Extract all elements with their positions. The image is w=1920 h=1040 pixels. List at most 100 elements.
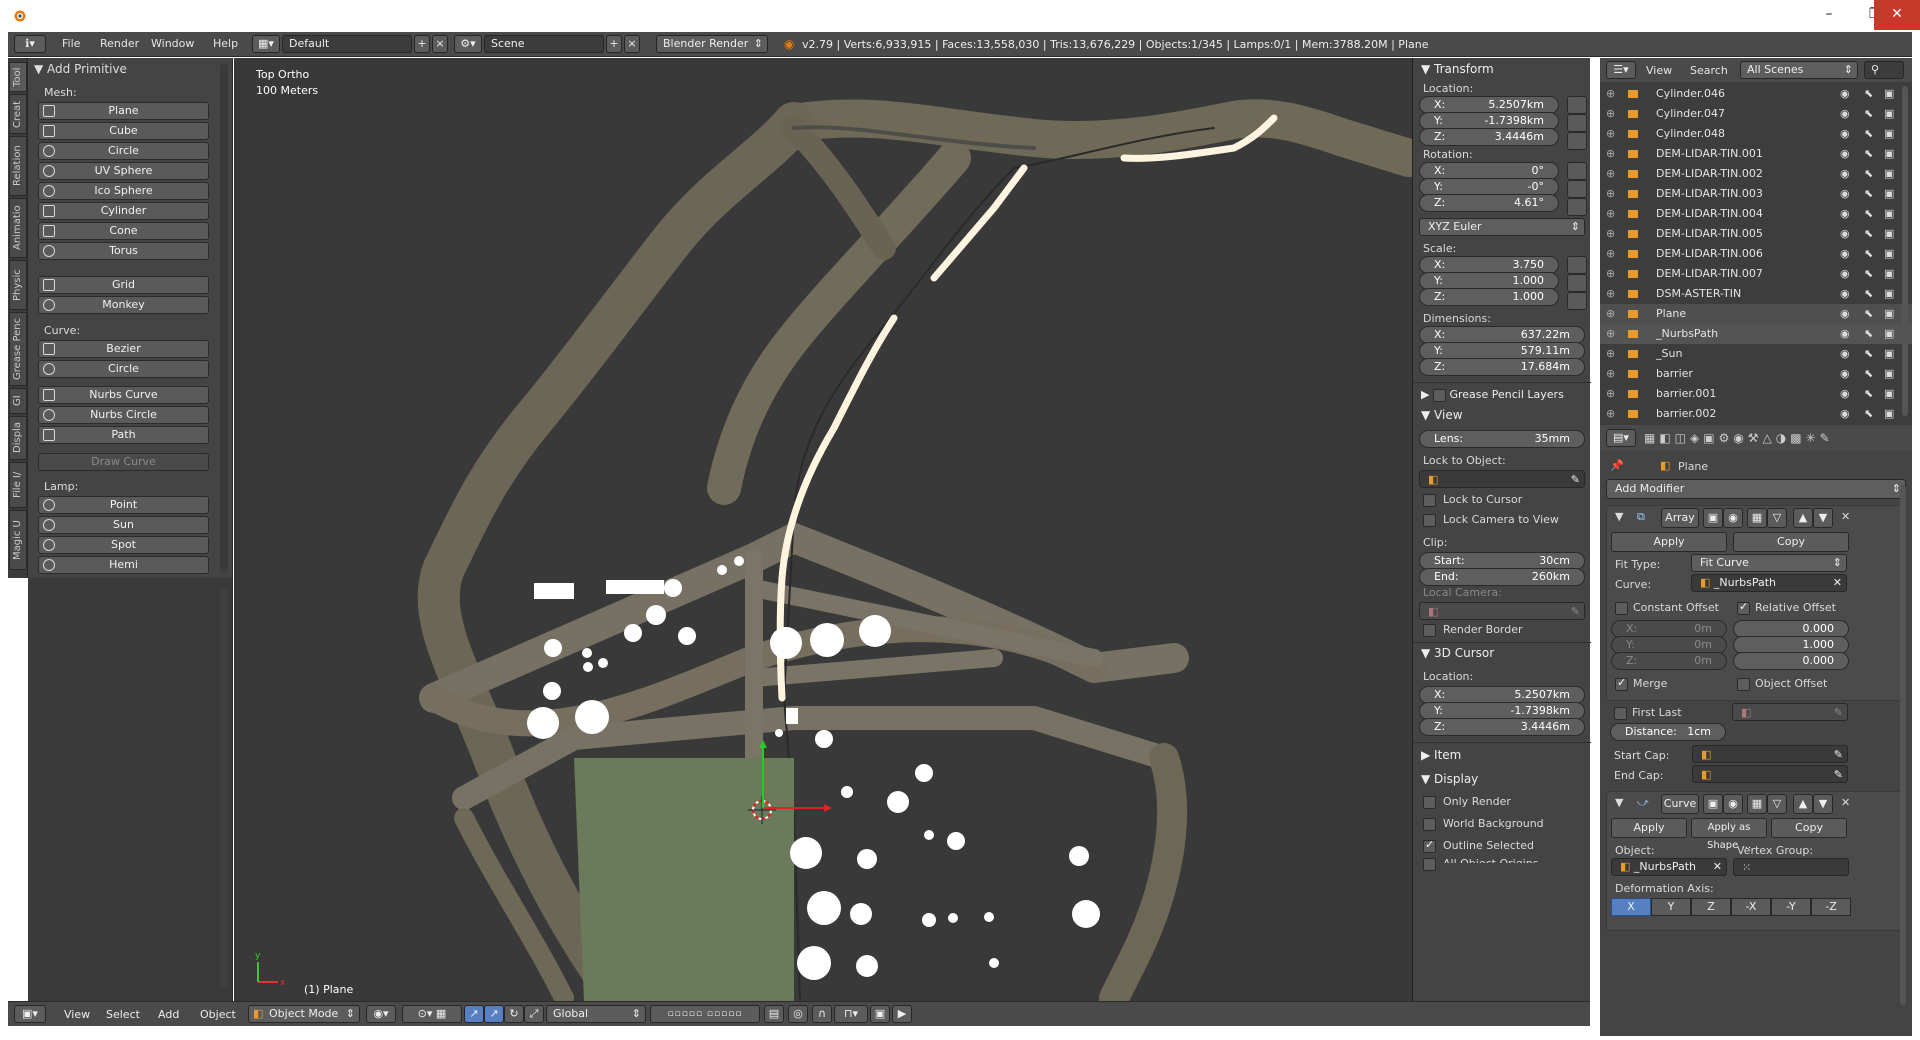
render-camera-icon[interactable]: ▣ [1884,404,1894,424]
expand-icon[interactable]: ⊕ [1606,284,1615,304]
visibility-eye-icon[interactable]: ◉ [1840,124,1850,144]
move-up-icon[interactable]: ▲ [1793,794,1813,814]
lock-icon[interactable] [1567,114,1587,132]
outliner-row[interactable]: ⊕ _Sun ◉ ⬉ ▣ [1600,344,1912,364]
add-path-button[interactable]: Path [38,426,209,444]
editor-type-icon[interactable]: ℹ▾ [14,35,46,53]
collapse-icon[interactable]: ▼ [1615,796,1623,809]
outliner-filter-select[interactable]: All Scenes ⇕ [1740,61,1858,79]
lock-icon[interactable] [1567,132,1587,150]
curve-object-field[interactable]: ◧ _NurbsPath ✕ [1691,574,1847,592]
3d-viewport[interactable]: x y Top Ortho 100 Meters (1) Plane [234,58,1412,1001]
item-header[interactable]: ▶ Item [1421,748,1461,762]
render-camera-icon[interactable]: ▣ [1884,364,1894,384]
add-torus-button[interactable]: Torus [38,242,209,260]
view-header[interactable]: ▼ View [1421,408,1463,422]
render-border-checkbox[interactable] [1423,624,1436,637]
remove-layout-icon[interactable]: × [432,35,448,53]
rotation-z-field[interactable]: Z: 4.61° [1419,194,1559,212]
menu-view[interactable]: View [64,1008,90,1021]
editmode-toggle-icon[interactable]: ▦ [1747,508,1767,528]
constant-z-field[interactable]: Z: 0m [1611,652,1727,670]
location-z-field[interactable]: Z: 3.4446m [1419,128,1559,146]
select-arrow-icon[interactable]: ⬉ [1864,384,1873,404]
render-camera-icon[interactable]: ▣ [1884,104,1894,124]
add-bezier-button[interactable]: Bezier [38,340,209,358]
only-render-checkbox[interactable] [1423,796,1436,809]
add-cone-button[interactable]: Cone [38,222,209,240]
lock-camera-checkbox[interactable] [1423,514,1436,527]
merge-distance-field[interactable]: Distance: 1cm [1610,723,1726,741]
outliner-row[interactable]: ⊕ DEM-LIDAR-TIN.003 ◉ ⬉ ▣ [1600,184,1912,204]
expand-icon[interactable]: ⊕ [1606,104,1615,124]
render-toggle-icon[interactable]: ▣ [1703,508,1723,528]
pivot-select-icon[interactable]: ⊙▾ ▦ [402,1005,462,1023]
lock-icon[interactable] [1567,274,1587,292]
move-up-icon[interactable]: ▲ [1793,508,1813,528]
minimize-icon[interactable]: – [1806,0,1852,30]
grease-pencil-checkbox[interactable] [1432,388,1446,402]
snap-icon[interactable]: ∩ [812,1005,832,1023]
tab-magic-uv[interactable]: Magic U [9,510,27,570]
expand-icon[interactable]: ⊕ [1606,324,1615,344]
array-name-field[interactable]: Array [1661,508,1699,528]
lock-to-cursor-checkbox[interactable] [1423,494,1436,507]
transform-header[interactable]: ▼ Transform [1421,62,1494,76]
menu-object[interactable]: Object [200,1008,236,1021]
array-copy-button[interactable]: Copy [1733,532,1849,552]
array-apply-button[interactable]: Apply [1611,532,1727,552]
translate-icon[interactable]: ↗ [484,1005,504,1023]
select-arrow-icon[interactable]: ⬉ [1864,364,1873,384]
layers-grid-icon[interactable]: ▫▫▫▫▫ ▫▫▫▫▫ [650,1005,760,1023]
fit-type-select[interactable]: Fit Curve ⇕ [1691,554,1847,572]
select-arrow-icon[interactable]: ⬉ [1864,224,1873,244]
add-ico-sphere-button[interactable]: Ico Sphere [38,182,209,200]
outliner-row[interactable]: ⊕ Cylinder.048 ◉ ⬉ ▣ [1600,124,1912,144]
visibility-eye-icon[interactable]: ◉ [1840,344,1850,364]
expand-icon[interactable]: ⊕ [1606,144,1615,164]
world-background-checkbox[interactable] [1423,818,1436,831]
object-offset-checkbox[interactable] [1737,678,1750,691]
visibility-eye-icon[interactable]: ◉ [1840,364,1850,384]
render-camera-icon[interactable]: ▣ [1884,344,1894,364]
add-cylinder-button[interactable]: Cylinder [38,202,209,220]
view3d-editor-icon[interactable]: ▣▾ [14,1005,46,1023]
rotate-icon[interactable]: ↻ [504,1005,524,1023]
select-arrow-icon[interactable]: ⬉ [1864,304,1873,324]
add-cube-button[interactable]: Cube [38,122,209,140]
add-bezier-circle-button[interactable]: Circle [38,360,209,378]
select-arrow-icon[interactable]: ⬉ [1864,124,1873,144]
lower-scrollbar[interactable] [220,588,228,988]
render-toggle-icon[interactable]: ▣ [1703,794,1723,814]
tab-create[interactable]: Creat [9,94,27,134]
visibility-eye-icon[interactable]: ◉ [1840,224,1850,244]
tab-display[interactable]: Displa [9,416,27,460]
snap-element-icon[interactable]: ⊓▾ [834,1005,868,1023]
outliner-search-field[interactable]: ⚲ [1864,61,1904,79]
outliner-row[interactable]: ⊕ DEM-LIDAR-TIN.007 ◉ ⬉ ▣ [1600,264,1912,284]
lens-field[interactable]: Lens: 35mm [1419,430,1585,448]
render-engine-select[interactable]: Blender Render ⇕ [656,35,768,53]
tab-grease-pencil[interactable]: Grease Penc [9,312,27,386]
menu-help[interactable]: Help [213,37,238,50]
relative-z-field[interactable]: 0.000 [1733,652,1849,670]
visibility-eye-icon[interactable]: ◉ [1840,84,1850,104]
outliner-row[interactable]: ⊕ DEM-LIDAR-TIN.006 ◉ ⬉ ▣ [1600,244,1912,264]
select-arrow-icon[interactable]: ⬉ [1864,144,1873,164]
proportional-edit-icon[interactable]: ◎ [788,1005,808,1023]
axis-x-button[interactable]: X [1611,898,1651,916]
curve-mod-object-field[interactable]: ◧ _NurbsPath ✕ [1611,858,1727,876]
pin-icon[interactable]: 📌 [1610,459,1624,472]
visibility-eye-icon[interactable]: ◉ [1840,244,1850,264]
display-header[interactable]: ▼ Display [1421,772,1478,786]
clear-icon[interactable]: ✕ [1713,859,1722,875]
viewport-toggle-icon[interactable]: ◉ [1723,794,1743,814]
select-arrow-icon[interactable]: ⬉ [1864,264,1873,284]
lock-layers-icon[interactable]: ▤ [764,1005,784,1023]
vertex-group-field[interactable]: ⁙ [1733,858,1849,876]
axis-y-button[interactable]: Y [1651,898,1691,916]
render-camera-icon[interactable]: ▣ [1884,324,1894,344]
add-primitive-header[interactable]: ▼ Add Primitive [34,62,127,76]
expand-icon[interactable]: ⊕ [1606,184,1615,204]
lock-object-field[interactable]: ◧ ✎ [1419,470,1585,488]
